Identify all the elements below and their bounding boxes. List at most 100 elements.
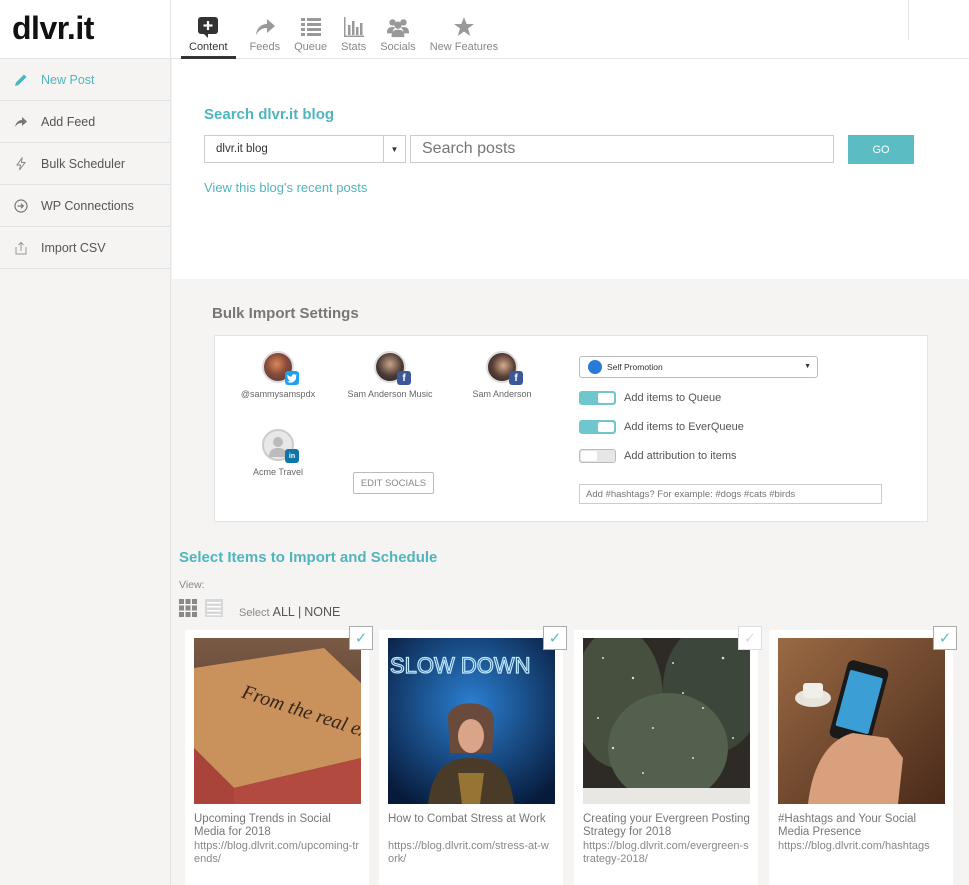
blog-select-value: dlvr.it blog <box>216 143 268 155</box>
users-icon <box>386 19 409 38</box>
nav-stats[interactable]: Stats <box>341 0 366 59</box>
promotion-select[interactable]: Self Promotion ▼ <box>579 356 818 378</box>
social-account-sam-anderson[interactable]: f Sam Anderson <box>447 351 557 399</box>
nav-feeds[interactable]: Feeds <box>249 0 281 59</box>
sidebar-item-new-post[interactable]: New Post <box>0 59 170 101</box>
star-icon <box>453 17 474 36</box>
blog-select[interactable]: dlvr.it blog ▼ <box>204 135 406 163</box>
recent-posts-link[interactable]: View this blog's recent posts <box>204 180 367 195</box>
post-card[interactable]: From the real experts ✓ Upcoming Trends … <box>185 626 373 885</box>
select-checkbox[interactable]: ✓ <box>933 626 957 650</box>
select-all-link[interactable]: ALL <box>273 605 295 619</box>
search-title: Search dlvr.it blog <box>204 106 335 123</box>
everqueue-toggle[interactable] <box>579 420 616 434</box>
select-checkbox[interactable]: ✓ <box>738 626 762 650</box>
post-url: https://blog.dlvrit.com/stress-at-work/ <box>388 840 549 865</box>
bar-chart-icon <box>343 17 364 37</box>
avatar: f <box>374 351 411 385</box>
select-checkbox[interactable]: ✓ <box>349 626 373 650</box>
post-thumbnail: SLOW DOWN <box>388 638 555 804</box>
sidebar-item-label: WP Connections <box>41 198 134 213</box>
book-image: From the real experts <box>194 638 361 804</box>
promotion-select-value: Self Promotion <box>607 362 663 372</box>
queue-toggle[interactable] <box>579 391 616 405</box>
select-items-title: Select Items to Import and Schedule <box>179 549 438 566</box>
phone-in-hand-image <box>778 638 945 804</box>
edit-socials-button[interactable]: EDIT SOCIALS <box>353 472 434 494</box>
facebook-icon: f <box>509 371 523 385</box>
hashtags-input[interactable] <box>579 484 882 504</box>
nav-label: Content <box>189 41 228 53</box>
nav-label: New Features <box>429 41 499 53</box>
nav-queue[interactable]: Queue <box>294 0 327 59</box>
post-card[interactable]: ✓ #Hashtags and Your Social Media Presen… <box>769 626 957 885</box>
logo[interactable]: dlvr.it <box>12 10 94 47</box>
top-bar: dlvr.it Content Feeds Queue Stats Social… <box>0 0 969 59</box>
social-account-name: @sammysamspdx <box>240 389 316 399</box>
toggle-row-queue: Add items to Queue <box>579 391 721 405</box>
list-icon <box>300 18 321 36</box>
sidebar-item-add-feed[interactable]: Add Feed <box>0 101 170 143</box>
avatar <box>262 351 299 385</box>
toggle-row-everqueue: Add items to EverQueue <box>579 420 744 434</box>
sign-in-icon <box>14 198 28 213</box>
sidebar-item-label: Bulk Scheduler <box>41 156 126 171</box>
view-label: View: <box>179 579 205 591</box>
attribution-toggle[interactable] <box>579 449 616 463</box>
sidebar-item-label: Import CSV <box>41 240 106 255</box>
post-title: #Hashtags and Your Social Media Presence <box>778 813 917 838</box>
post-thumbnail: From the real experts <box>194 638 361 804</box>
search-input[interactable] <box>410 135 834 163</box>
nav-label: Feeds <box>249 41 281 53</box>
search-panel: Search dlvr.it blog dlvr.it blog ▼ GO Vi… <box>172 59 969 279</box>
twitter-icon <box>285 371 299 385</box>
post-card[interactable]: ✓ Creating your Evergreen Posting Strate… <box>574 626 762 885</box>
caret-down-icon: ▼ <box>804 363 811 370</box>
nav-label: Queue <box>294 41 328 53</box>
grid-view-icon[interactable] <box>179 599 197 617</box>
social-account-acme-travel[interactable]: in Acme Travel <box>223 429 333 477</box>
upload-icon <box>14 241 28 255</box>
nav-label: Stats <box>341 41 367 53</box>
social-account-sam-anderson-music[interactable]: f Sam Anderson Music <box>335 351 445 399</box>
post-card[interactable]: SLOW DOWN ✓ How to Combat Stress at Work… <box>379 626 567 885</box>
post-thumbnail <box>778 638 945 804</box>
sidebar: New Post Add Feed Bulk Scheduler WP Conn… <box>0 59 171 885</box>
avatar: in <box>262 429 299 463</box>
social-account-name: Sam Anderson <box>472 389 532 399</box>
share-arrow-icon <box>14 115 28 129</box>
lightning-icon <box>14 156 28 171</box>
share-arrow-icon <box>255 19 275 35</box>
sidebar-item-import-csv[interactable]: Import CSV <box>0 227 170 269</box>
separator: | <box>297 605 302 619</box>
post-url: https://blog.dlvrit.com/upcoming-trends/ <box>194 840 360 865</box>
social-account-sammysamspdx[interactable]: @sammysamspdx <box>223 351 333 399</box>
nav-socials[interactable]: Socials <box>380 0 416 59</box>
sidebar-item-bulk-scheduler[interactable]: Bulk Scheduler <box>0 143 170 185</box>
snowy-trees-image <box>583 638 750 804</box>
bulk-import-settings: @sammysamspdx f Sam Anderson Music f Sam… <box>214 335 928 522</box>
post-title: Creating your Evergreen Posting Strategy… <box>583 813 750 838</box>
post-title: Upcoming Trends in Social Media for 2018 <box>194 813 331 838</box>
plus-square-icon <box>198 17 219 38</box>
pencil-icon <box>14 73 28 87</box>
list-view-icon[interactable] <box>205 599 223 617</box>
sidebar-item-wp-connections[interactable]: WP Connections <box>0 185 170 227</box>
toggle-label: Add items to Queue <box>624 392 722 404</box>
select-none-link[interactable]: NONE <box>304 605 340 619</box>
social-account-name: Sam Anderson Music <box>347 389 433 399</box>
main-nav: Content Feeds Queue Stats Socials New Fe… <box>181 0 512 59</box>
post-title: How to Combat Stress at Work <box>388 813 546 825</box>
select-checkbox[interactable]: ✓ <box>543 626 567 650</box>
svg-text:SLOW DOWN: SLOW DOWN <box>390 653 531 678</box>
post-url: https://blog.dlvrit.com/hashtags <box>778 840 930 852</box>
select-label: Select <box>239 607 270 619</box>
nav-content[interactable]: Content <box>181 0 236 59</box>
promotion-color-dot <box>588 360 602 374</box>
sidebar-item-label: Add Feed <box>41 114 96 129</box>
caret-down-icon[interactable]: ▼ <box>383 136 405 162</box>
logo-area: dlvr.it <box>0 0 171 59</box>
toggle-row-attribution: Add attribution to items <box>579 449 737 463</box>
go-button[interactable]: GO <box>848 135 914 164</box>
nav-new-features[interactable]: New Features <box>430 0 498 59</box>
